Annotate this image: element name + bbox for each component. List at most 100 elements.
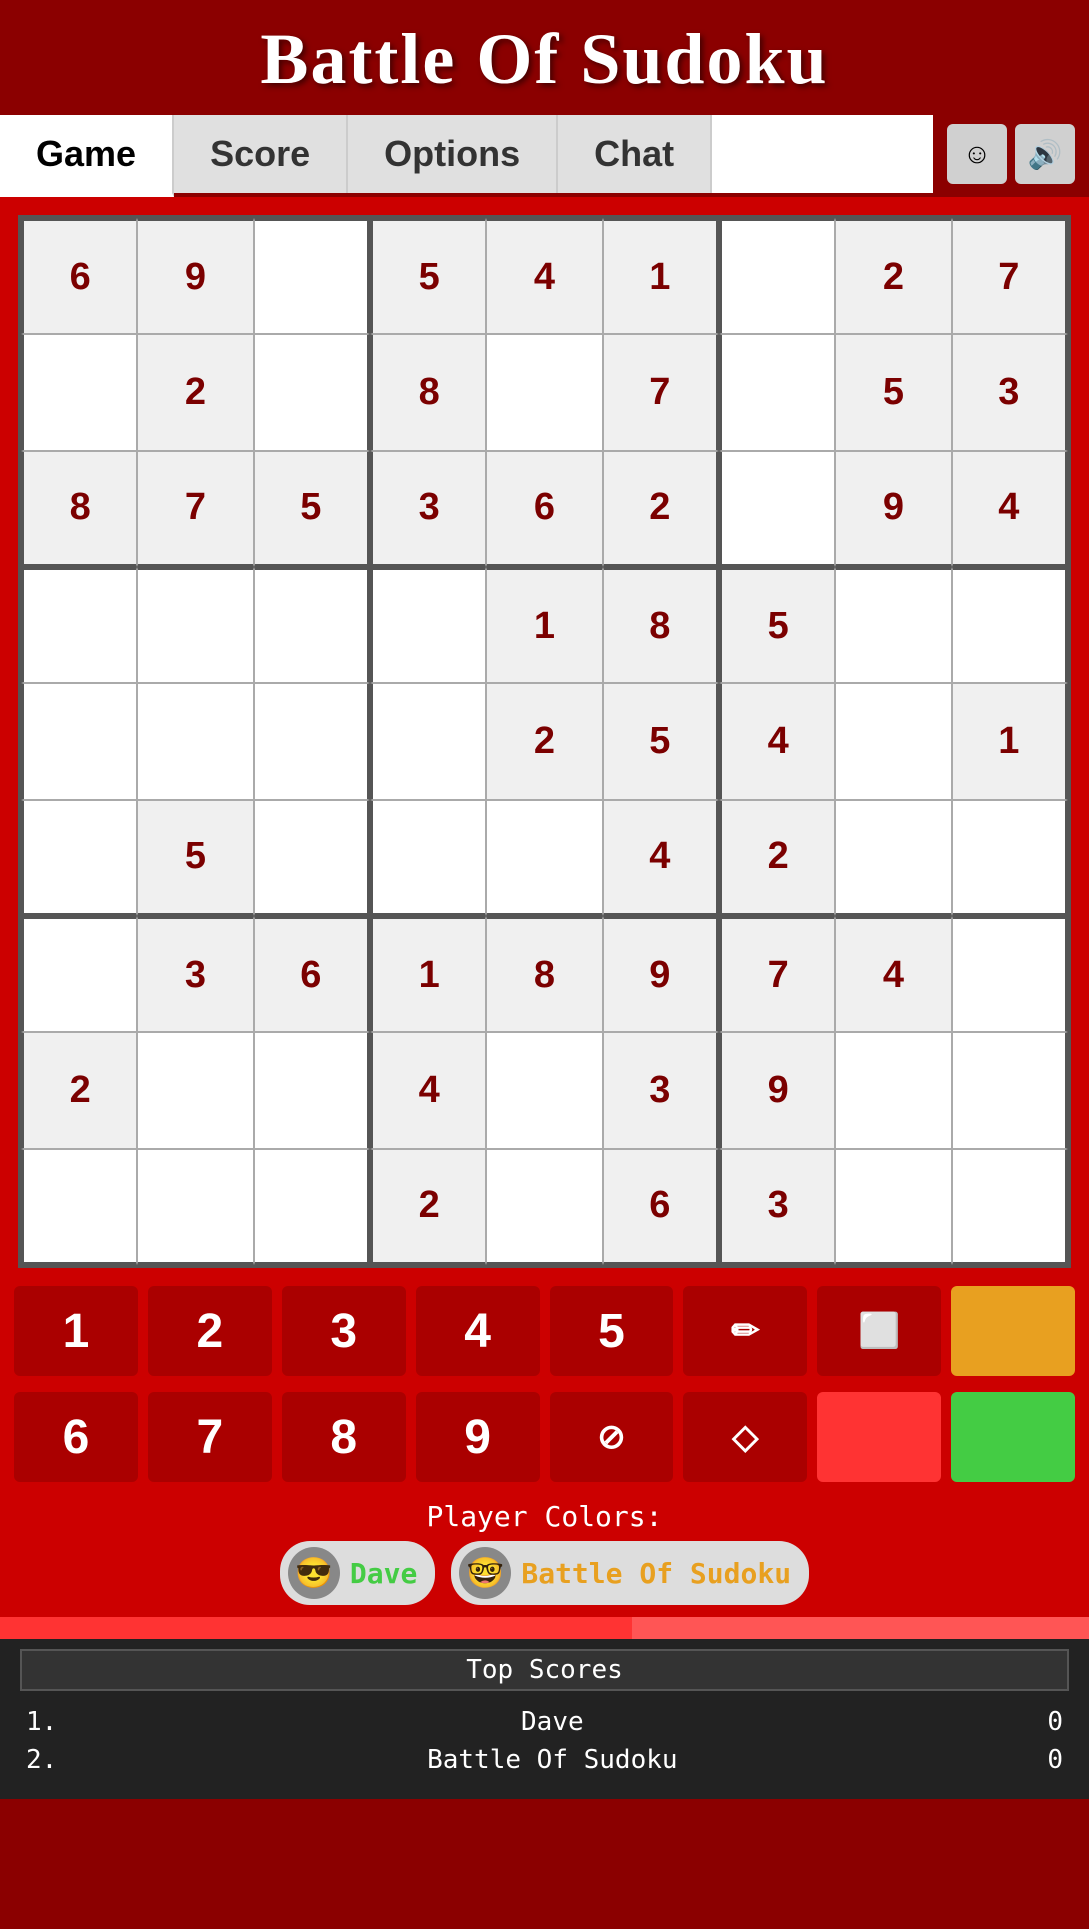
sudoku-cell[interactable]: 4 [603,800,719,916]
sudoku-cell[interactable]: 5 [254,451,370,567]
sudoku-cell[interactable] [21,800,137,916]
numpad-7[interactable]: 7 [148,1392,272,1482]
sudoku-cell[interactable]: 5 [719,567,835,683]
sudoku-cell[interactable] [137,1149,253,1265]
sudoku-cell[interactable]: 7 [952,218,1068,334]
sudoku-cell[interactable] [254,567,370,683]
sudoku-cell[interactable] [835,1149,951,1265]
numpad-5[interactable]: 5 [550,1286,674,1376]
tab-game[interactable]: Game [0,115,174,197]
sudoku-cell[interactable] [719,451,835,567]
sudoku-cell[interactable]: 5 [137,800,253,916]
no-button[interactable]: ⊘ [550,1392,674,1482]
sudoku-cell[interactable]: 5 [835,334,951,450]
sudoku-cell[interactable]: 2 [486,683,602,799]
sudoku-cell[interactable] [952,916,1068,1032]
sudoku-cell[interactable]: 2 [835,218,951,334]
sudoku-cell[interactable]: 9 [835,451,951,567]
sudoku-cell[interactable] [952,800,1068,916]
sudoku-cell[interactable]: 7 [719,916,835,1032]
sudoku-cell[interactable]: 6 [603,1149,719,1265]
sudoku-cell[interactable]: 4 [952,451,1068,567]
sudoku-cell[interactable] [254,1149,370,1265]
square-button[interactable]: ⬜ [817,1286,941,1376]
sudoku-cell[interactable] [486,334,602,450]
numpad-3[interactable]: 3 [282,1286,406,1376]
sudoku-cell[interactable] [370,683,486,799]
sudoku-cell[interactable] [370,567,486,683]
sudoku-cell[interactable] [486,1149,602,1265]
sudoku-cell[interactable]: 5 [370,218,486,334]
sudoku-cell[interactable] [21,567,137,683]
sudoku-cell[interactable]: 1 [370,916,486,1032]
sudoku-cell[interactable]: 4 [835,916,951,1032]
sudoku-cell[interactable] [370,800,486,916]
sound-icon-button[interactable]: 🔊 [1015,124,1075,184]
sudoku-cell[interactable]: 3 [952,334,1068,450]
fill-button[interactable]: ◇ [683,1392,807,1482]
sudoku-cell[interactable] [719,218,835,334]
sudoku-cell[interactable]: 3 [137,916,253,1032]
numpad-2[interactable]: 2 [148,1286,272,1376]
sudoku-cell[interactable]: 2 [603,451,719,567]
orange-color-button[interactable] [951,1286,1075,1376]
sudoku-cell[interactable]: 1 [486,567,602,683]
sudoku-cell[interactable] [21,916,137,1032]
numpad-4[interactable]: 4 [416,1286,540,1376]
sudoku-cell[interactable]: 9 [603,916,719,1032]
sudoku-cell[interactable]: 2 [21,1032,137,1148]
numpad-1[interactable]: 1 [14,1286,138,1376]
sudoku-cell[interactable] [835,1032,951,1148]
sudoku-cell[interactable]: 9 [719,1032,835,1148]
sudoku-cell[interactable]: 7 [137,451,253,567]
sudoku-cell[interactable]: 8 [21,451,137,567]
sudoku-cell[interactable]: 5 [603,683,719,799]
sudoku-cell[interactable]: 3 [370,451,486,567]
sudoku-cell[interactable] [137,1032,253,1148]
sudoku-cell[interactable]: 4 [370,1032,486,1148]
tab-chat[interactable]: Chat [558,115,712,193]
smiley-icon-button[interactable]: ☺ [947,124,1007,184]
sudoku-cell[interactable] [486,1032,602,1148]
sudoku-cell[interactable]: 4 [719,683,835,799]
sudoku-cell[interactable] [21,1149,137,1265]
sudoku-cell[interactable]: 6 [21,218,137,334]
sudoku-cell[interactable] [486,800,602,916]
sudoku-cell[interactable] [137,567,253,683]
sudoku-cell[interactable]: 3 [603,1032,719,1148]
numpad-6[interactable]: 6 [14,1392,138,1482]
sudoku-cell[interactable] [254,1032,370,1148]
pencil-button[interactable]: ✏ [683,1286,807,1376]
sudoku-cell[interactable] [254,218,370,334]
sudoku-cell[interactable] [254,800,370,916]
sudoku-cell[interactable] [719,334,835,450]
sudoku-cell[interactable] [254,334,370,450]
sudoku-cell[interactable] [952,1032,1068,1148]
numpad-8[interactable]: 8 [282,1392,406,1482]
black-color-button[interactable] [817,1392,941,1482]
sudoku-cell[interactable] [21,683,137,799]
tab-score[interactable]: Score [174,115,348,193]
sudoku-cell[interactable]: 1 [952,683,1068,799]
sudoku-cell[interactable] [952,567,1068,683]
green-color-button[interactable] [951,1392,1075,1482]
sudoku-cell[interactable] [137,683,253,799]
sudoku-cell[interactable]: 6 [486,451,602,567]
sudoku-cell[interactable]: 3 [719,1149,835,1265]
sudoku-cell[interactable]: 2 [137,334,253,450]
sudoku-cell[interactable]: 1 [603,218,719,334]
sudoku-cell[interactable]: 6 [254,916,370,1032]
sudoku-cell[interactable] [21,334,137,450]
sudoku-cell[interactable] [952,1149,1068,1265]
sudoku-cell[interactable] [835,683,951,799]
sudoku-cell[interactable]: 2 [370,1149,486,1265]
sudoku-cell[interactable] [835,567,951,683]
sudoku-cell[interactable]: 8 [603,567,719,683]
sudoku-cell[interactable] [254,683,370,799]
sudoku-cell[interactable]: 8 [370,334,486,450]
sudoku-cell[interactable]: 2 [719,800,835,916]
sudoku-cell[interactable]: 9 [137,218,253,334]
tab-options[interactable]: Options [348,115,558,193]
sudoku-cell[interactable] [835,800,951,916]
sudoku-cell[interactable]: 7 [603,334,719,450]
